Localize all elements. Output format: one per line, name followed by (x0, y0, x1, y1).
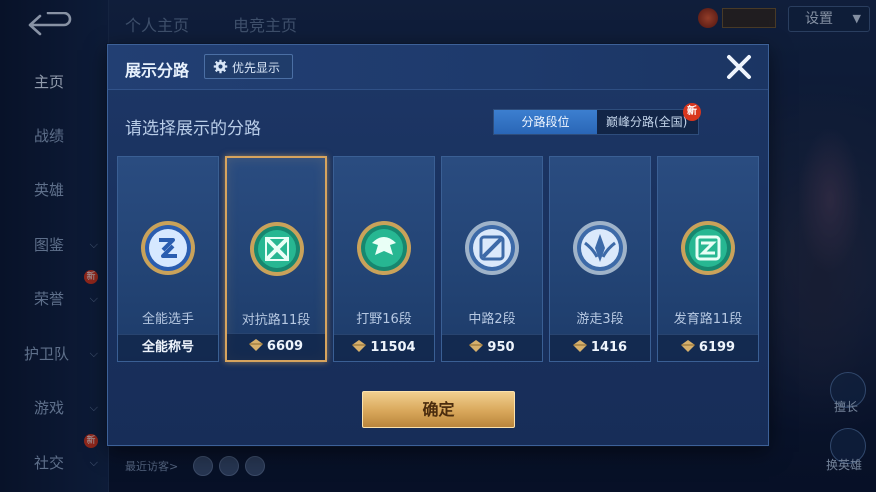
lane-footer-text: 全能称号 (141, 340, 194, 355)
roam-emblem-icon (573, 221, 627, 275)
new-badge: 新 (683, 103, 701, 121)
lane-card-jungle[interactable]: 打野16段 11504 (333, 156, 435, 362)
rank-diamond-icon (469, 340, 484, 352)
rank-diamond-icon (680, 340, 695, 352)
gear-icon (213, 59, 228, 74)
lane-footer: 全能称号 (118, 334, 218, 361)
lane-footer: 11504 (334, 334, 434, 361)
priority-display-label: 优先显示 (232, 61, 281, 75)
lane-score: 950 (487, 340, 515, 355)
lane-name: 全能选手 (141, 312, 194, 327)
dialog-subtitle: 请选择展示的分路 (125, 119, 261, 139)
dialog-title: 展示分路 (125, 61, 190, 80)
lane-name: 打野16段 (356, 312, 412, 327)
lane-card-mid-lane[interactable]: 中路2段 950 (441, 156, 543, 362)
lane-card-all-round[interactable]: 全能选手 全能称号 (117, 156, 219, 362)
tab-lane-rank[interactable]: 分路段位 (494, 110, 597, 134)
priority-display-button[interactable]: 优先显示 (204, 54, 293, 79)
lane-score: 6609 (266, 339, 304, 354)
confirm-button[interactable]: 确定 (362, 391, 515, 428)
lane-card-roam[interactable]: 游走3段 1416 (549, 156, 651, 362)
lane-footer: 6199 (658, 334, 758, 361)
lane-name: 中路2段 (468, 312, 516, 327)
lane-card-clash-lane[interactable]: 对抗路11段 6609 (225, 156, 327, 362)
all-round-emblem-icon (141, 221, 195, 275)
lane-footer: 1416 (550, 334, 650, 361)
farm-lane-emblem-icon (681, 221, 735, 275)
dialog-header: 展示分路 优先显示 (108, 45, 768, 90)
clash-lane-emblem-icon (250, 222, 304, 276)
lane-card-farm-lane[interactable]: 发育路11段 6199 (657, 156, 759, 362)
lane-footer: 950 (442, 334, 542, 361)
lane-name: 发育路11段 (673, 312, 743, 327)
mid-lane-emblem-icon (465, 221, 519, 275)
lane-score: 1416 (590, 340, 628, 355)
rank-diamond-icon (352, 340, 367, 352)
lane-name: 游走3段 (576, 312, 624, 327)
close-icon[interactable] (725, 54, 753, 80)
lane-mode-segmented-control: 分路段位 巅峰分路(全国) (493, 109, 699, 135)
jungle-emblem-icon (357, 221, 411, 275)
lane-name: 对抗路11段 (241, 313, 311, 328)
lane-score: 6199 (698, 340, 736, 355)
rank-diamond-icon (572, 340, 587, 352)
lane-display-dialog: 展示分路 优先显示 请选择展示的分路 分路段位 巅峰分路(全国) 新 全能选手 … (107, 44, 769, 446)
lane-score: 11504 (370, 340, 416, 355)
lane-footer: 6609 (227, 333, 325, 360)
rank-diamond-icon (248, 339, 263, 351)
